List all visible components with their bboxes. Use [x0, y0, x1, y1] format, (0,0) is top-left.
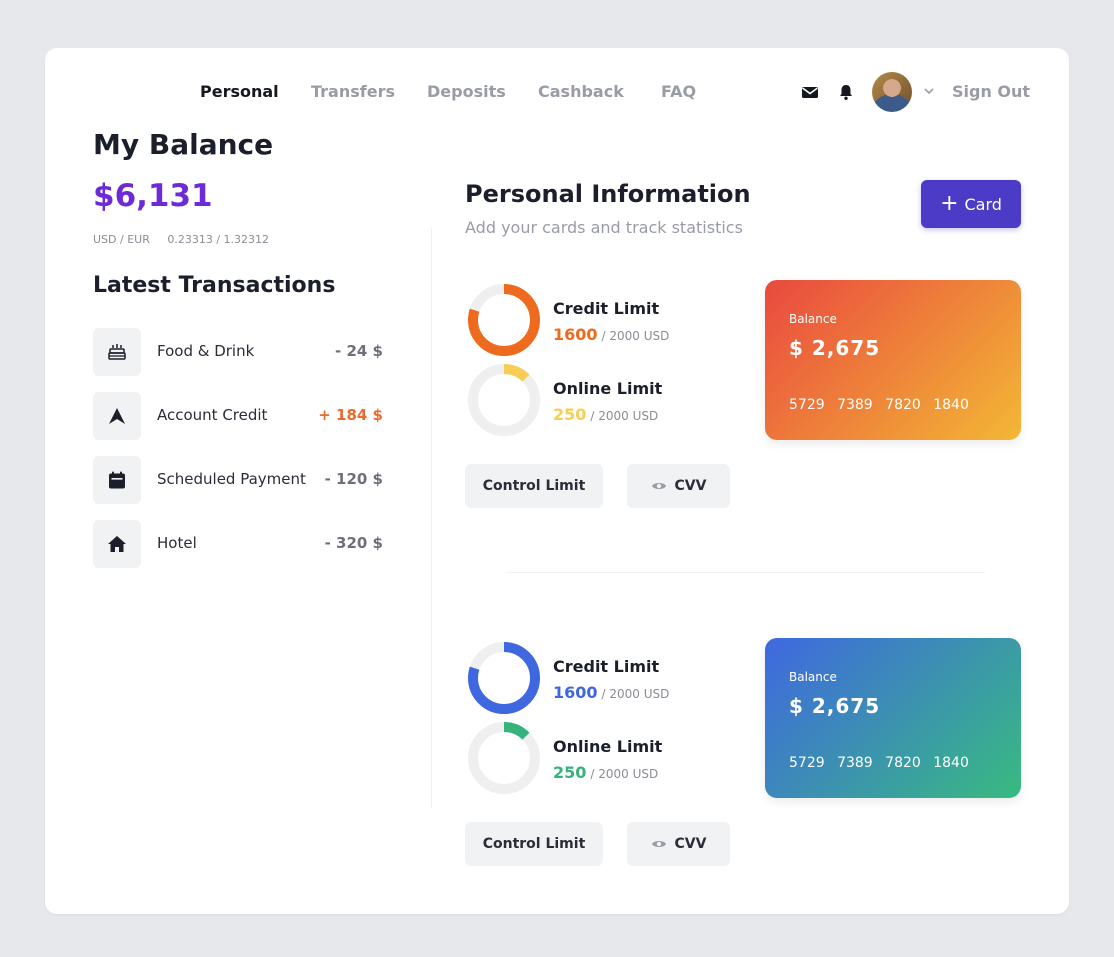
credit-limit-total: / 2000 USD	[601, 687, 670, 701]
transaction-amount: - 24 $	[335, 342, 383, 360]
nav-transfers[interactable]: Transfers	[311, 82, 395, 101]
card-balance: $ 2,675	[789, 336, 881, 360]
add-card-button[interactable]: + Card	[921, 180, 1021, 228]
credit-limit-value-row: 1600/ 2000 USD	[553, 325, 669, 344]
transaction-amount: - 320 $	[324, 534, 383, 552]
card-section: Credit Limit 1600/ 2000 USD Online Limit…	[465, 280, 1025, 520]
credit-limit-title: Credit Limit	[553, 299, 660, 318]
chevron-down-icon[interactable]	[922, 84, 936, 98]
online-limit-value: 250	[553, 763, 587, 782]
credit-limit-value: 1600	[553, 325, 598, 344]
credit-limit-ring	[468, 284, 540, 356]
currency-pair: USD / EUR	[93, 233, 150, 246]
add-card-label: Card	[964, 194, 1002, 214]
transaction-name: Account Credit	[157, 406, 268, 424]
transaction-row[interactable]: Food & Drink - 24 $	[93, 328, 383, 376]
nav-cashback[interactable]: Cashback	[538, 82, 624, 101]
credit-limit-ring	[468, 642, 540, 714]
nav-faq[interactable]: FAQ	[661, 82, 696, 101]
cvv-button[interactable]: CVV	[627, 464, 730, 508]
cvv-label: CVV	[674, 836, 707, 852]
transaction-row[interactable]: Scheduled Payment - 120 $	[93, 456, 383, 504]
online-limit-title: Online Limit	[553, 737, 663, 756]
credit-limit-value: 1600	[553, 683, 598, 702]
rate-value: 0.23313 / 1.32312	[167, 233, 270, 246]
bell-icon[interactable]	[837, 83, 855, 101]
card-section: Credit Limit 1600/ 2000 USD Online Limit…	[465, 638, 1025, 878]
cake-icon	[93, 328, 141, 376]
transaction-name: Scheduled Payment	[157, 470, 306, 488]
card-balance: $ 2,675	[789, 694, 881, 718]
transaction-amount: - 120 $	[324, 470, 383, 488]
personal-info-title: Personal Information	[465, 180, 751, 208]
plus-icon: +	[940, 191, 959, 216]
card-number: 5729 7389 7820 1840	[789, 755, 969, 771]
online-limit-value-row: 250/ 2000 USD	[553, 405, 658, 424]
eye-icon	[651, 483, 666, 489]
eye-icon	[651, 841, 666, 847]
online-limit-ring	[468, 364, 540, 436]
transactions-title: Latest Transactions	[93, 273, 336, 298]
sign-out-link[interactable]: Sign Out	[952, 82, 1030, 101]
credit-limit-total: / 2000 USD	[601, 329, 670, 343]
card-balance-label: Balance	[789, 312, 837, 326]
control-limit-button[interactable]: Control Limit	[465, 822, 603, 866]
online-limit-total: / 2000 USD	[590, 767, 659, 781]
card-balance-label: Balance	[789, 670, 837, 684]
card-number: 5729 7389 7820 1840	[789, 397, 969, 413]
credit-limit: Credit Limit 1600/ 2000 USD	[465, 641, 755, 721]
online-limit: Online Limit 250/ 2000 USD	[465, 363, 755, 443]
credit-card[interactable]: Balance $ 2,675 5729 7389 7820 1840	[765, 280, 1021, 440]
transaction-row[interactable]: Account Credit + 184 $	[93, 392, 383, 440]
transaction-list: Food & Drink - 24 $ Account Credit + 184…	[93, 328, 383, 584]
online-limit-value-row: 250/ 2000 USD	[553, 763, 658, 782]
cvv-label: CVV	[674, 478, 707, 494]
transaction-amount: + 184 $	[318, 406, 383, 424]
column-divider	[431, 228, 432, 808]
exchange-rate: USD / EUR 0.23313 / 1.32312	[93, 233, 269, 246]
transaction-row[interactable]: Hotel - 320 $	[93, 520, 383, 568]
avatar[interactable]	[872, 72, 912, 112]
mail-icon[interactable]	[801, 83, 819, 101]
section-divider	[505, 572, 985, 573]
online-limit-value: 250	[553, 405, 587, 424]
credit-card[interactable]: Balance $ 2,675 5729 7389 7820 1840	[765, 638, 1021, 798]
online-limit-total: / 2000 USD	[590, 409, 659, 423]
control-limit-button[interactable]: Control Limit	[465, 464, 603, 508]
online-limit-title: Online Limit	[553, 379, 663, 398]
arrow-up-icon	[93, 392, 141, 440]
cvv-button[interactable]: CVV	[627, 822, 730, 866]
home-icon	[93, 520, 141, 568]
main-panel: Personal Transfers Deposits Cashback FAQ…	[45, 48, 1069, 914]
transaction-name: Hotel	[157, 534, 197, 552]
online-limit: Online Limit 250/ 2000 USD	[465, 721, 755, 801]
credit-limit-title: Credit Limit	[553, 657, 660, 676]
online-limit-ring	[468, 722, 540, 794]
personal-info-subtitle: Add your cards and track statistics	[465, 218, 743, 237]
top-nav: Personal Transfers Deposits Cashback FAQ…	[45, 48, 1069, 138]
balance-amount: $6,131	[93, 178, 213, 214]
nav-personal[interactable]: Personal	[200, 82, 279, 101]
balance-title: My Balance	[93, 128, 274, 161]
transaction-name: Food & Drink	[157, 342, 255, 360]
credit-limit: Credit Limit 1600/ 2000 USD	[465, 283, 755, 363]
nav-deposits[interactable]: Deposits	[427, 82, 506, 101]
calendar-icon	[93, 456, 141, 504]
credit-limit-value-row: 1600/ 2000 USD	[553, 683, 669, 702]
